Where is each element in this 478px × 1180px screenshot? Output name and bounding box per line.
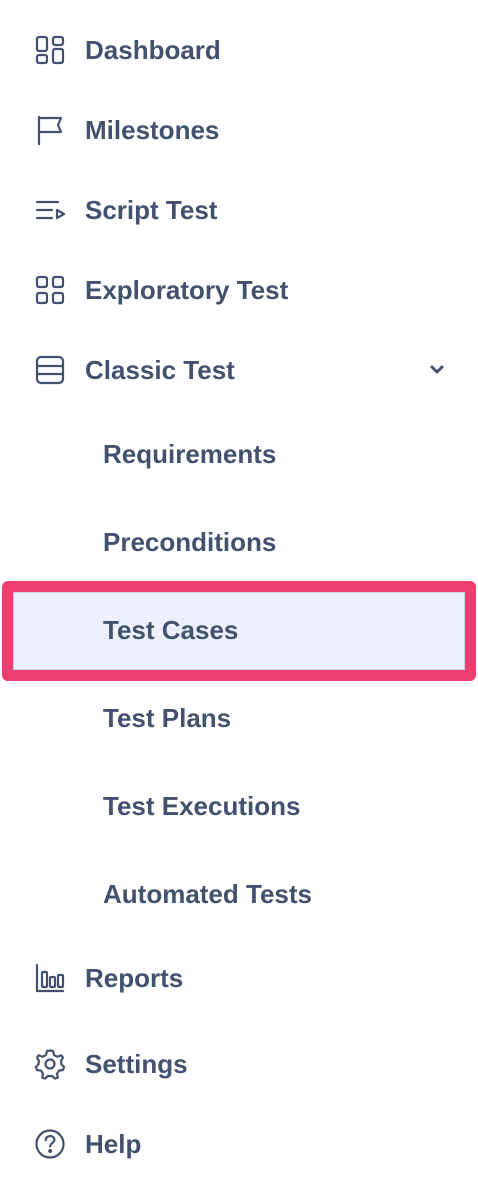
sidebar-item-label: Milestones [85,114,220,145]
sidebar-item-label: Exploratory Test [85,274,289,305]
sidebar-item-classic-test[interactable]: Classic Test [0,345,478,395]
sidebar-subitem-label: Requirements [103,438,277,469]
sidebar-item-label: Reports [85,962,184,993]
sidebar-subitem-test-executions[interactable]: Test Executions [0,781,478,831]
sidebar-item-help[interactable]: Help [0,1119,478,1169]
sidebar-item-label: Classic Test [85,354,235,385]
gear-icon [33,1047,67,1081]
sidebar-item-settings[interactable]: Settings [0,1039,478,1089]
sidebar-item-label: Script Test [85,194,218,225]
sidebar-subitem-label: Test Executions [103,790,301,821]
sidebar-nav: Dashboard Milestones Script Test Explora… [0,0,478,1180]
sidebar-item-script-test[interactable]: Script Test [0,185,478,235]
sidebar-subitem-preconditions[interactable]: Preconditions [0,517,478,567]
sidebar-item-label: Dashboard [85,34,221,65]
chevron-down-icon[interactable] [426,359,448,381]
dashboard-icon [33,33,67,67]
sidebar-subitem-automated-tests[interactable]: Automated Tests [0,869,478,919]
sidebar-item-reports[interactable]: Reports [0,953,478,1003]
script-list-icon [33,193,67,227]
sidebar-subitem-label: Test Cases [103,614,239,645]
sidebar-item-label: Help [85,1128,142,1159]
sidebar-item-dashboard[interactable]: Dashboard [0,25,478,75]
sidebar-subitem-label: Preconditions [103,526,277,557]
sidebar-item-exploratory-test[interactable]: Exploratory Test [0,265,478,315]
table-icon [33,353,67,387]
help-icon [33,1127,67,1161]
sidebar-subitem-requirements[interactable]: Requirements [0,429,478,479]
grid-icon [33,273,67,307]
bar-chart-icon [33,961,67,995]
sidebar-subitem-test-plans[interactable]: Test Plans [0,693,478,743]
sidebar-subitem-test-cases[interactable]: Test Cases [0,605,478,655]
sidebar-item-label: Settings [85,1048,188,1079]
sidebar-item-milestones[interactable]: Milestones [0,105,478,155]
sidebar-subitem-label: Automated Tests [103,878,312,909]
flag-icon [33,113,67,147]
sidebar-subitem-label: Test Plans [103,702,232,733]
